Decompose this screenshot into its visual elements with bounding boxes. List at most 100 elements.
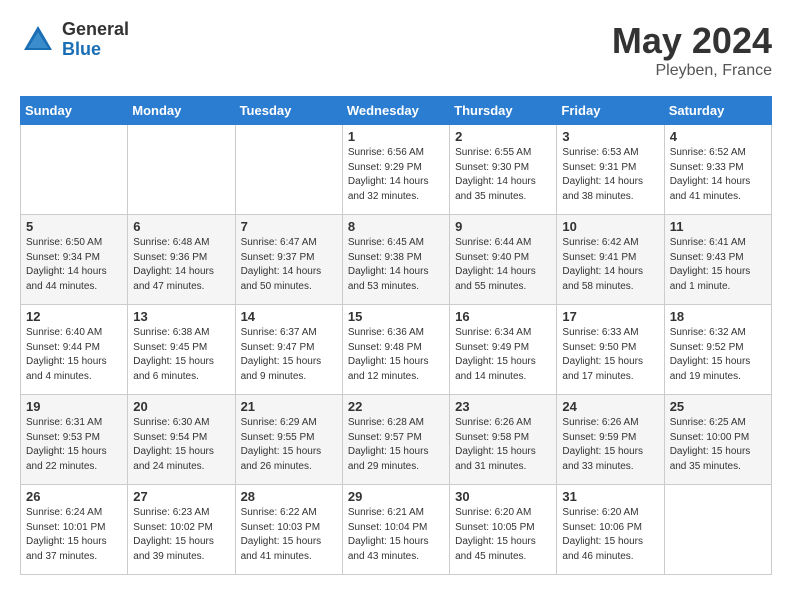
day-info: Sunrise: 6:30 AM Sunset: 9:54 PM Dayligh… xyxy=(133,416,229,474)
calendar-cell: 3Sunrise: 6:53 AM Sunset: 9:31 PM Daylig… xyxy=(557,125,664,215)
calendar-cell: 23 Sunrise: 6:26 AM Sunset: 9:58 PM Dayli… xyxy=(450,395,557,485)
day-info: Sunrise: 6:21 AM Sunset: 10:04 PM Daylig… xyxy=(348,506,444,564)
calendar-cell xyxy=(664,485,771,575)
location-label: Pleyben, France xyxy=(612,62,772,80)
calendar-cell: 9Sunrise: 6:44 AM Sunset: 9:40 PM Daylig… xyxy=(450,215,557,305)
logo-text: General Blue xyxy=(62,20,129,60)
calendar-week-1: 1 Sunrise: 6:56 AM Sunset: 9:29 PM Daylig… xyxy=(21,125,772,215)
day-number: 10 xyxy=(562,219,658,234)
day-info: Sunrise: 6:48 AM Sunset: 9:36 PM Dayligh… xyxy=(133,236,229,294)
day-number: 30 xyxy=(455,489,551,504)
day-number: 2 xyxy=(455,129,551,144)
day-number: 21 xyxy=(241,399,337,414)
calendar-cell: 27 Sunrise: 6:23 AM Sunset: 10:02 PM Dayl… xyxy=(128,485,235,575)
day-info: Sunrise: 6:55 AM Sunset: 9:30 PM Dayligh… xyxy=(455,146,551,204)
day-info: Sunrise: 6:26 AM Sunset: 9:58 PM Dayligh… xyxy=(455,416,551,474)
day-number: 15 xyxy=(348,309,444,324)
day-info: Sunrise: 6:32 AM Sunset: 9:52 PM Dayligh… xyxy=(670,326,766,384)
day-info: Sunrise: 6:20 AM Sunset: 10:05 PM Daylig… xyxy=(455,506,551,564)
day-number: 12 xyxy=(26,309,122,324)
logo-blue-label: Blue xyxy=(62,40,129,60)
day-info: Sunrise: 6:25 AM Sunset: 10:00 PM Daylig… xyxy=(670,416,766,474)
day-number: 31 xyxy=(562,489,658,504)
header-friday: Friday xyxy=(557,97,664,125)
day-info: Sunrise: 6:47 AM Sunset: 9:37 PM Dayligh… xyxy=(241,236,337,294)
calendar-cell: 1 Sunrise: 6:56 AM Sunset: 9:29 PM Daylig… xyxy=(342,125,449,215)
day-number: 22 xyxy=(348,399,444,414)
day-number: 4 xyxy=(670,129,766,144)
day-number: 14 xyxy=(241,309,337,324)
calendar-cell xyxy=(21,125,128,215)
day-info: Sunrise: 6:50 AM Sunset: 9:34 PM Dayligh… xyxy=(26,236,122,294)
calendar-week-3: 12 Sunrise: 6:40 AM Sunset: 9:44 PM Dayli… xyxy=(21,305,772,395)
calendar-cell: 31 Sunrise: 6:20 AM Sunset: 10:06 PM Dayl… xyxy=(557,485,664,575)
calendar-cell: 30 Sunrise: 6:20 AM Sunset: 10:05 PM Dayl… xyxy=(450,485,557,575)
day-number: 19 xyxy=(26,399,122,414)
day-number: 25 xyxy=(670,399,766,414)
day-info: Sunrise: 6:42 AM Sunset: 9:41 PM Dayligh… xyxy=(562,236,658,294)
day-info: Sunrise: 6:34 AM Sunset: 9:49 PM Dayligh… xyxy=(455,326,551,384)
month-year-title: May 2024 xyxy=(612,20,772,62)
calendar-cell: 28 Sunrise: 6:22 AM Sunset: 10:03 PM Dayl… xyxy=(235,485,342,575)
calendar-cell: 26 Sunrise: 6:24 AM Sunset: 10:01 PM Dayl… xyxy=(21,485,128,575)
calendar-cell: 8 Sunrise: 6:45 AM Sunset: 9:38 PM Daylig… xyxy=(342,215,449,305)
header-wednesday: Wednesday xyxy=(342,97,449,125)
day-number: 6 xyxy=(133,219,229,234)
header-tuesday: Tuesday xyxy=(235,97,342,125)
calendar-cell: 25 Sunrise: 6:25 AM Sunset: 10:00 PM Dayl… xyxy=(664,395,771,485)
calendar-cell: 2 Sunrise: 6:55 AM Sunset: 9:30 PM Daylig… xyxy=(450,125,557,215)
day-info: Sunrise: 6:22 AM Sunset: 10:03 PM Daylig… xyxy=(241,506,337,564)
day-number: 11 xyxy=(670,219,766,234)
calendar-cell: 14Sunrise: 6:37 AM Sunset: 9:47 PM Dayli… xyxy=(235,305,342,395)
calendar-cell: 5 Sunrise: 6:50 AM Sunset: 9:34 PM Daylig… xyxy=(21,215,128,305)
logo: General Blue xyxy=(20,20,129,60)
calendar-cell: 7Sunrise: 6:47 AM Sunset: 9:37 PM Daylig… xyxy=(235,215,342,305)
day-number: 29 xyxy=(348,489,444,504)
calendar-cell: 17 Sunrise: 6:33 AM Sunset: 9:50 PM Dayli… xyxy=(557,305,664,395)
day-number: 28 xyxy=(241,489,337,504)
header-sunday: Sunday xyxy=(21,97,128,125)
day-info: Sunrise: 6:26 AM Sunset: 9:59 PM Dayligh… xyxy=(562,416,658,474)
day-number: 5 xyxy=(26,219,122,234)
calendar-week-5: 26 Sunrise: 6:24 AM Sunset: 10:01 PM Dayl… xyxy=(21,485,772,575)
day-info: Sunrise: 6:23 AM Sunset: 10:02 PM Daylig… xyxy=(133,506,229,564)
calendar-cell: 13 Sunrise: 6:38 AM Sunset: 9:45 PM Dayli… xyxy=(128,305,235,395)
calendar-cell xyxy=(235,125,342,215)
day-info: Sunrise: 6:41 AM Sunset: 9:43 PM Dayligh… xyxy=(670,236,766,294)
day-info: Sunrise: 6:45 AM Sunset: 9:38 PM Dayligh… xyxy=(348,236,444,294)
day-number: 1 xyxy=(348,129,444,144)
logo-icon xyxy=(20,22,56,58)
day-info: Sunrise: 6:53 AM Sunset: 9:31 PM Dayligh… xyxy=(562,146,658,204)
day-number: 9 xyxy=(455,219,551,234)
day-info: Sunrise: 6:52 AM Sunset: 9:33 PM Dayligh… xyxy=(670,146,766,204)
calendar-week-2: 5 Sunrise: 6:50 AM Sunset: 9:34 PM Daylig… xyxy=(21,215,772,305)
calendar-week-4: 19Sunrise: 6:31 AM Sunset: 9:53 PM Dayli… xyxy=(21,395,772,485)
day-number: 16 xyxy=(455,309,551,324)
header-saturday: Saturday xyxy=(664,97,771,125)
day-info: Sunrise: 6:56 AM Sunset: 9:29 PM Dayligh… xyxy=(348,146,444,204)
day-number: 17 xyxy=(562,309,658,324)
logo-general-label: General xyxy=(62,20,129,40)
day-number: 18 xyxy=(670,309,766,324)
day-info: Sunrise: 6:38 AM Sunset: 9:45 PM Dayligh… xyxy=(133,326,229,384)
day-info: Sunrise: 6:36 AM Sunset: 9:48 PM Dayligh… xyxy=(348,326,444,384)
day-number: 26 xyxy=(26,489,122,504)
calendar-cell: 16 Sunrise: 6:34 AM Sunset: 9:49 PM Dayli… xyxy=(450,305,557,395)
calendar-cell: 20 Sunrise: 6:30 AM Sunset: 9:54 PM Dayli… xyxy=(128,395,235,485)
day-info: Sunrise: 6:40 AM Sunset: 9:44 PM Dayligh… xyxy=(26,326,122,384)
day-number: 13 xyxy=(133,309,229,324)
day-info: Sunrise: 6:33 AM Sunset: 9:50 PM Dayligh… xyxy=(562,326,658,384)
day-number: 23 xyxy=(455,399,551,414)
calendar-cell: 29 Sunrise: 6:21 AM Sunset: 10:04 PM Dayl… xyxy=(342,485,449,575)
day-info: Sunrise: 6:24 AM Sunset: 10:01 PM Daylig… xyxy=(26,506,122,564)
day-info: Sunrise: 6:20 AM Sunset: 10:06 PM Daylig… xyxy=(562,506,658,564)
day-info: Sunrise: 6:29 AM Sunset: 9:55 PM Dayligh… xyxy=(241,416,337,474)
day-number: 27 xyxy=(133,489,229,504)
day-number: 20 xyxy=(133,399,229,414)
calendar-cell: 21 Sunrise: 6:29 AM Sunset: 9:55 PM Dayli… xyxy=(235,395,342,485)
calendar-cell: 10 Sunrise: 6:42 AM Sunset: 9:41 PM Dayli… xyxy=(557,215,664,305)
calendar-table: SundayMondayTuesdayWednesdayThursdayFrid… xyxy=(20,96,772,575)
calendar-cell: 15 Sunrise: 6:36 AM Sunset: 9:48 PM Dayli… xyxy=(342,305,449,395)
day-number: 8 xyxy=(348,219,444,234)
title-block: May 2024 Pleyben, France xyxy=(612,20,772,80)
